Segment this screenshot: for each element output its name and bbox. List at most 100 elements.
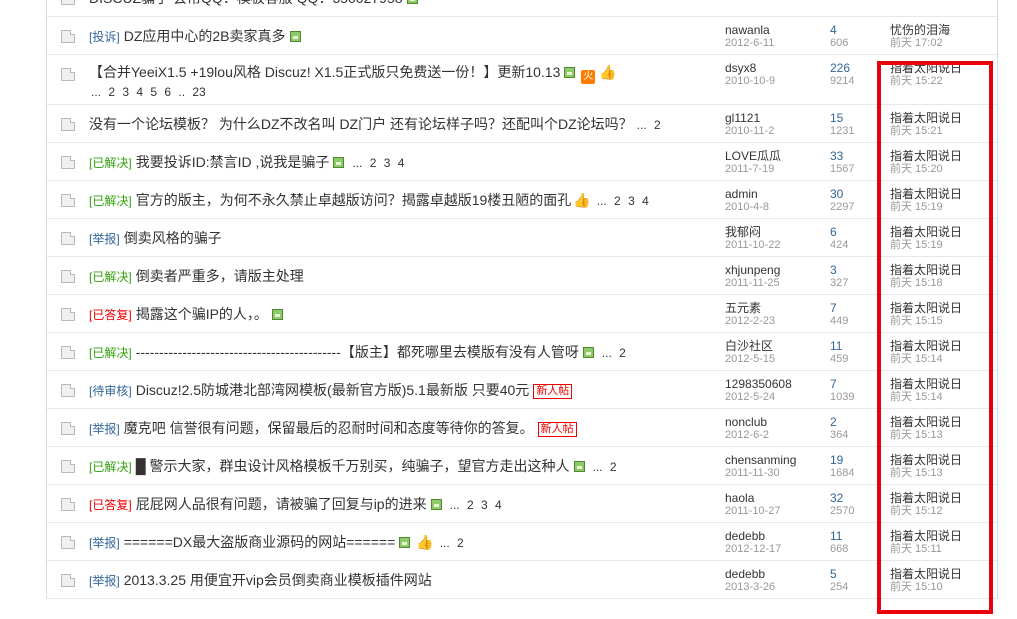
last-post-time[interactable]: 前天 17:02: [890, 37, 990, 50]
author-name[interactable]: chensanming: [725, 453, 825, 467]
reply-count[interactable]: 4: [830, 23, 885, 37]
last-post-time[interactable]: 前天 15:19: [890, 201, 990, 214]
author-name[interactable]: xhjunpeng: [725, 263, 825, 277]
thread-category-tag[interactable]: 已解决: [89, 156, 132, 170]
last-post-author[interactable]: 指着太阳说日: [890, 111, 990, 125]
thread-title-link[interactable]: DZ应用中心的2B卖家真多: [124, 28, 286, 44]
author-name[interactable]: 五元素: [725, 301, 825, 315]
table-row[interactable]: 已解决官方的版主，为何不永久禁止卓越版访问？揭露卓越版19楼丑陋的面孔👍 ... …: [47, 181, 997, 219]
last-post-time[interactable]: 前天 15:13: [890, 467, 990, 480]
reply-count[interactable]: 226: [830, 61, 885, 75]
last-post-author[interactable]: 指着太阳说日: [890, 567, 990, 581]
table-row[interactable]: 举报 2013.3.25 用便宜开vip会员倒卖商业模板插件网站 dedebb201…: [47, 561, 997, 599]
last-post-time[interactable]: 前天 15:14: [890, 353, 990, 366]
reply-count[interactable]: 19: [830, 453, 885, 467]
reply-count[interactable]: 3: [830, 263, 885, 277]
last-post-time[interactable]: 前天 15:19: [890, 239, 990, 252]
table-row[interactable]: 已答复屁屁网人品很有问题，请被骗了回复与ip的进来... 2 3 4haola2…: [47, 485, 997, 523]
table-row[interactable]: 已解决 -------------------------------------…: [47, 333, 997, 371]
last-post-time[interactable]: 前天 15:15: [890, 315, 990, 328]
page-links[interactable]: ... 2: [602, 346, 626, 360]
reply-count[interactable]: 15: [830, 111, 885, 125]
author-name[interactable]: haola: [725, 491, 825, 505]
thread-category-tag[interactable]: 举报: [89, 574, 120, 588]
last-post-author[interactable]: 指着太阳说日: [890, 263, 990, 277]
author-name[interactable]: dsyx8: [725, 61, 825, 75]
table-row[interactable]: 【合并YeeiX1.5 +19lou风格 Discuz! X1.5正式版只免费送…: [47, 55, 997, 105]
reply-count[interactable]: 6: [830, 225, 885, 239]
last-post-time[interactable]: 前天 15:18: [890, 277, 990, 290]
reply-count[interactable]: 11: [830, 339, 885, 353]
table-row[interactable]: 已解决 █ 警示大家，群虫设计风格模板千万别买，纯骗子，望官方走出这种人 ... 2…: [47, 447, 997, 485]
thread-category-tag[interactable]: 已解决: [89, 460, 132, 474]
table-row[interactable]: 已解决倒卖者严重多，请版主处理xhjunpeng2011-11-253327指着…: [47, 257, 997, 295]
thread-category-tag[interactable]: 已答复: [89, 308, 132, 322]
reply-count[interactable]: 30: [830, 187, 885, 201]
thread-title-link[interactable]: 倒卖者严重多，请版主处理: [136, 268, 304, 284]
last-post-author[interactable]: 指着太阳说日: [890, 529, 990, 543]
table-row[interactable]: DISCUZ骗子 会帮QQ：模板客服 QQ：3500279582012-8-74…: [47, 0, 997, 17]
thread-title-link[interactable]: 【合并YeeiX1.5 +19lou风格 Discuz! X1.5正式版只免费送…: [89, 64, 560, 80]
thread-category-tag[interactable]: 投诉: [89, 30, 120, 44]
thread-category-tag[interactable]: 待审核: [89, 384, 132, 398]
page-links[interactable]: ... 2 3 4: [450, 498, 502, 512]
thread-title-link[interactable]: 魔克吧 信誉很有问题，保留最后的忍耐时间和态度等待你的答复。: [124, 420, 534, 436]
page-links[interactable]: ... 2: [637, 118, 661, 132]
thread-title-link[interactable]: █ 警示大家，群虫设计风格模板千万别买，纯骗子，望官方走出这种人: [136, 458, 570, 474]
thread-title-link[interactable]: 倒卖风格的骗子: [124, 230, 222, 246]
author-name[interactable]: nonclub: [725, 415, 825, 429]
author-name[interactable]: gl1121: [725, 111, 825, 125]
last-post-author[interactable]: 指着太阳说日: [890, 377, 990, 391]
author-name[interactable]: dedebb: [725, 567, 825, 581]
thread-title-link[interactable]: 2013.3.25 用便宜开vip会员倒卖商业模板插件网站: [124, 572, 432, 588]
last-post-author[interactable]: 指着太阳说日: [890, 61, 990, 75]
last-post-author[interactable]: 指着太阳说日: [890, 453, 990, 467]
reply-count[interactable]: 7: [830, 377, 885, 391]
last-post-author[interactable]: 忧伤的泪海: [890, 23, 990, 37]
last-post-author[interactable]: 指着太阳说日: [890, 187, 990, 201]
table-row[interactable]: 待审核 Discuz!2.5防城港北部湾网模板(最新官方版)5.1最新版 只要40…: [47, 371, 997, 409]
last-post-author[interactable]: 指着太阳说日: [890, 301, 990, 315]
thread-category-tag[interactable]: 已解决: [89, 346, 132, 360]
reply-count[interactable]: 7: [830, 301, 885, 315]
thread-title-link[interactable]: 揭露这个骗IP的人，。: [136, 306, 268, 322]
thread-title-link[interactable]: 我要投诉ID:禁言ID ,说我是骗子: [136, 154, 330, 170]
author-name[interactable]: 我郁闷: [725, 225, 825, 239]
reply-count[interactable]: 11: [830, 529, 885, 543]
thread-category-tag[interactable]: 举报: [89, 422, 120, 436]
last-post-time[interactable]: 前天 15:13: [890, 429, 990, 442]
last-post-time[interactable]: 前天 15:11: [890, 543, 990, 556]
page-links[interactable]: ... 2 3 4: [597, 194, 649, 208]
table-row[interactable]: 投诉DZ应用中心的2B卖家真多nawanla2012-6-114606忧伤的泪海…: [47, 17, 997, 55]
last-post-time[interactable]: 前天 15:14: [890, 391, 990, 404]
last-post-time[interactable]: 前天 15:12: [890, 505, 990, 518]
reply-count[interactable]: 2: [830, 415, 885, 429]
page-links[interactable]: ... 2: [593, 460, 617, 474]
thread-category-tag[interactable]: 已解决: [89, 270, 132, 284]
author-name[interactable]: nawanla: [725, 23, 825, 37]
table-row[interactable]: 没有一个论坛模板？ 为什么DZ不改名叫 DZ门户 还有论坛样子吗？还配叫个DZ论…: [47, 105, 997, 143]
last-post-time[interactable]: 前天 15:10: [890, 581, 990, 594]
thread-title-link[interactable]: ======DX最大盗版商业源码的网站======: [124, 534, 396, 550]
table-row[interactable]: 举报魔克吧 信誉很有问题，保留最后的忍耐时间和态度等待你的答复。新人帖noncl…: [47, 409, 997, 447]
thread-category-tag[interactable]: 举报: [89, 536, 120, 550]
table-row[interactable]: 举报 ======DX最大盗版商业源码的网站====== 👍 ... 2 dedebb2…: [47, 523, 997, 561]
thread-title-link[interactable]: 没有一个论坛模板？ 为什么DZ不改名叫 DZ门户 还有论坛样子吗？还配叫个DZ论…: [89, 116, 633, 132]
last-post-author[interactable]: 指着太阳说日: [890, 225, 990, 239]
author-name[interactable]: admin: [725, 187, 825, 201]
reply-count[interactable]: 32: [830, 491, 885, 505]
table-row[interactable]: 已解决我要投诉ID:禁言ID ,说我是骗子 ... 2 3 4 LOVE瓜瓜2011…: [47, 143, 997, 181]
page-links[interactable]: ... 2: [440, 536, 464, 550]
thread-title-link[interactable]: 官方的版主，为何不永久禁止卓越版访问？揭露卓越版19楼丑陋的面孔: [136, 192, 572, 208]
thread-category-tag[interactable]: 已解决: [89, 194, 132, 208]
thread-title-link[interactable]: 屁屁网人品很有问题，请被骗了回复与ip的进来: [136, 496, 427, 512]
table-row[interactable]: 已答复揭露这个骗IP的人，。五元素2012-2-237449指着太阳说日前天 1…: [47, 295, 997, 333]
thread-title-link[interactable]: Discuz!2.5防城港北部湾网模板(最新官方版)5.1最新版 只要40元: [136, 382, 530, 398]
thread-title-link[interactable]: ----------------------------------------…: [136, 344, 579, 360]
author-name[interactable]: LOVE瓜瓜: [725, 149, 825, 163]
thread-category-tag[interactable]: 已答复: [89, 498, 132, 512]
last-post-time[interactable]: 前天 15:20: [890, 163, 990, 176]
author-name[interactable]: 1298350608: [725, 377, 825, 391]
last-post-author[interactable]: 指着太阳说日: [890, 491, 990, 505]
thread-category-tag[interactable]: 举报: [89, 232, 120, 246]
